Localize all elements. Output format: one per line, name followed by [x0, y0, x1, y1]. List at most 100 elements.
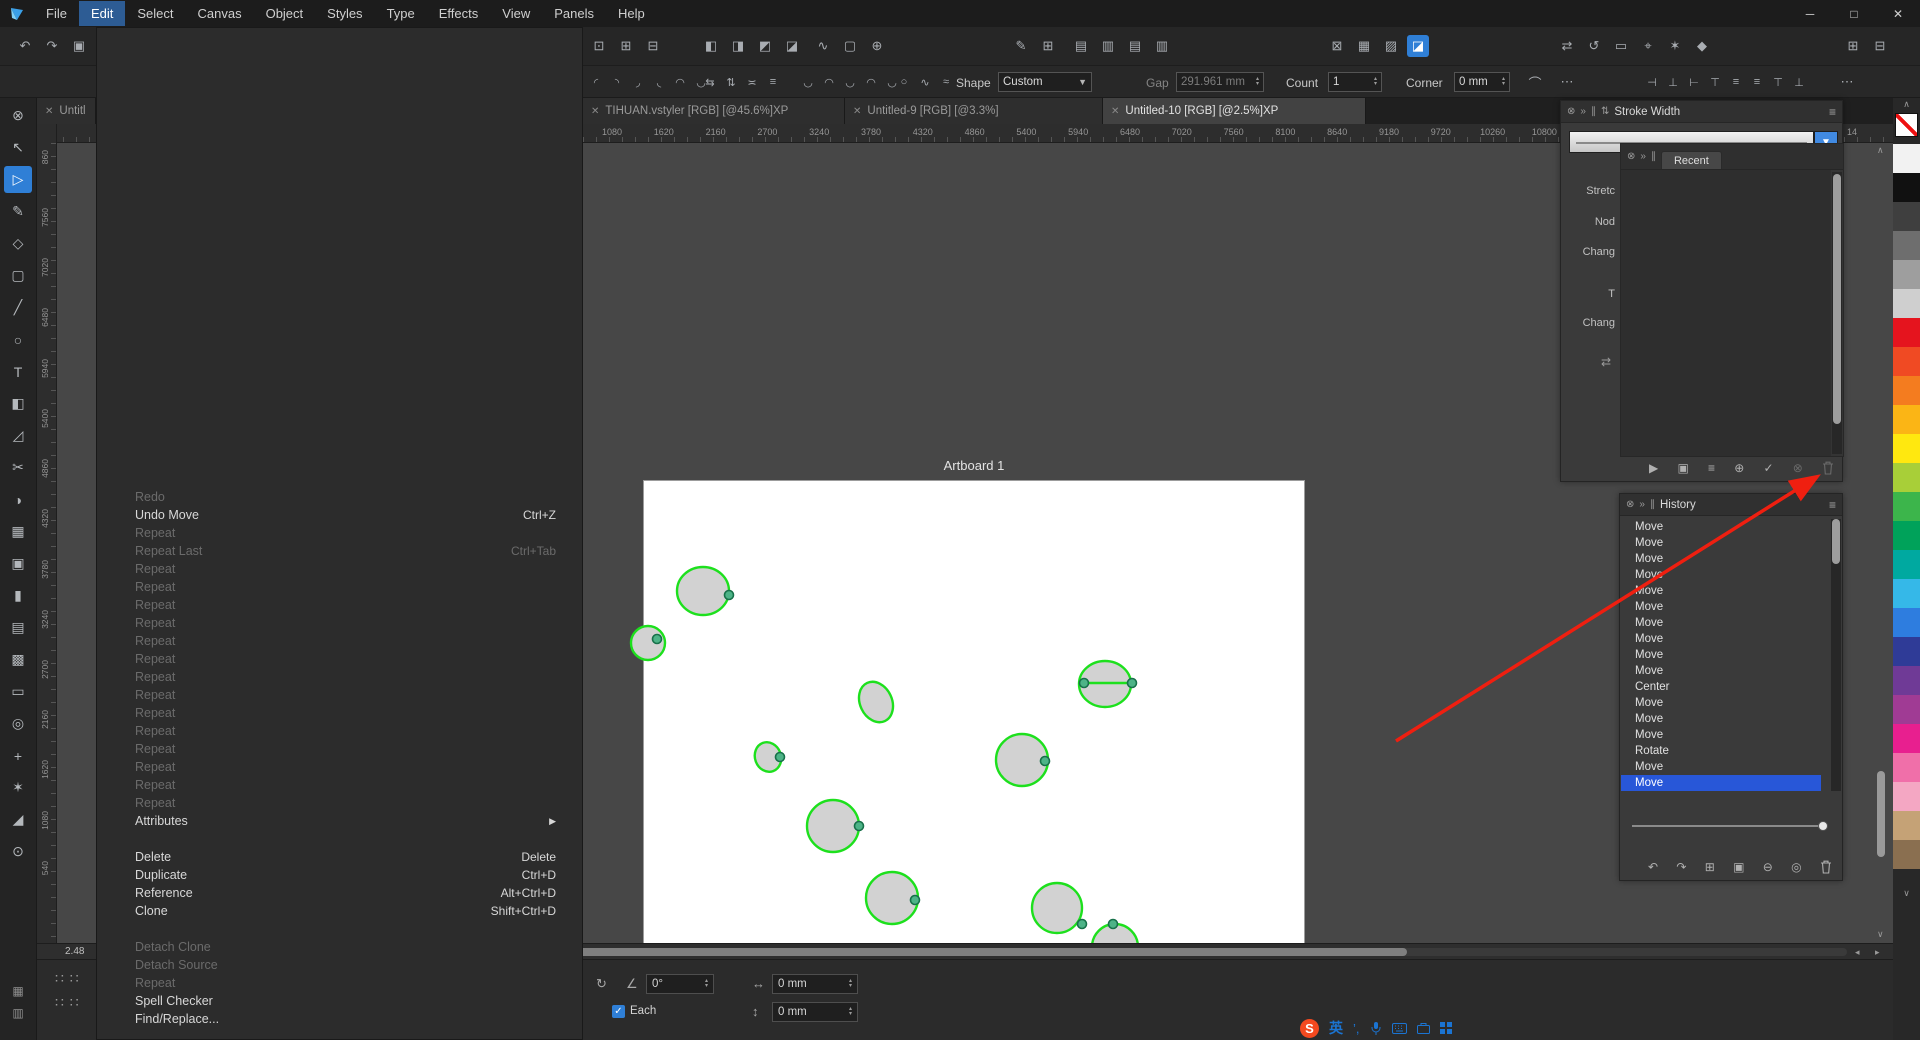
history-entry[interactable]: Move	[1621, 615, 1821, 631]
select-same-stroke-icon[interactable]: ◨	[727, 35, 749, 57]
menu-item-reference[interactable]: ReferenceAlt+Ctrl+D	[97, 884, 582, 902]
align-bottom-icon[interactable]: ⊥	[1665, 71, 1681, 93]
panel-close-icon[interactable]: ⊗	[1627, 151, 1635, 162]
paste-inside-icon[interactable]: ⊟	[642, 35, 664, 57]
wave-shape-icon[interactable]: ≈	[938, 71, 954, 93]
color-swatch[interactable]	[1893, 289, 1920, 318]
color-swatch[interactable]	[1893, 579, 1920, 608]
selection-tool[interactable]: ↖	[4, 134, 32, 161]
redo-icon[interactable]: ↷	[41, 35, 63, 57]
corner-input[interactable]: 0 mm▴▾	[1454, 72, 1510, 92]
offset-y-stepper[interactable]: ▴▾	[849, 1007, 852, 1017]
anchor-node[interactable]	[1109, 920, 1118, 929]
vertical-scroll-thumb[interactable]	[1877, 771, 1885, 857]
history-undo-icon[interactable]: ↶	[1648, 860, 1658, 874]
rotate-object-icon[interactable]: ↺	[1583, 35, 1605, 57]
swatches-collapse-icon[interactable]: ∧	[1893, 99, 1920, 110]
preset-options-icon[interactable]: ≡	[1708, 461, 1715, 475]
gradient-tool[interactable]: ◧	[4, 390, 32, 417]
menu-item-find-replace[interactable]: Find/Replace...	[97, 1010, 582, 1028]
arrange-rows-icon[interactable]: ▤	[1070, 35, 1092, 57]
history-entry[interactable]: Move	[1621, 727, 1821, 743]
color-swatch[interactable]	[1893, 376, 1920, 405]
flip-horizontal-icon[interactable]: ⇄	[1556, 35, 1578, 57]
history-entry[interactable]: Move	[1621, 631, 1821, 647]
zoom-tool[interactable]: ⊙	[4, 838, 32, 865]
pixel-preview-icon[interactable]: ▦	[1353, 35, 1375, 57]
offset-x-input[interactable]: 0 mm ▴▾	[772, 974, 858, 994]
fill-tool[interactable]: ◑	[4, 486, 32, 513]
history-entry[interactable]: Center	[1621, 679, 1821, 695]
shape-select[interactable]: Custom▼	[998, 72, 1092, 92]
paste-icon[interactable]: ⊡	[588, 35, 610, 57]
ime-toolbox-icon[interactable]	[1417, 1022, 1430, 1034]
arc-segment-3-icon[interactable]: ◡	[842, 71, 858, 93]
eyedropper-tool[interactable]: ◢	[4, 806, 32, 833]
menubar-item-effects[interactable]: Effects	[427, 1, 491, 26]
align-center-icon[interactable]: ≡	[1728, 71, 1744, 93]
transform-tool[interactable]: ◿	[4, 422, 32, 449]
history-entry[interactable]: Move	[1621, 695, 1821, 711]
clipboard-icon[interactable]: ▣	[68, 35, 90, 57]
color-swatch[interactable]	[1893, 811, 1920, 840]
anchor-node[interactable]	[776, 753, 785, 762]
rotate-ccw-icon[interactable]: ↻	[596, 976, 607, 992]
target-point-icon[interactable]: ⌖	[1637, 35, 1659, 57]
menubar-item-object[interactable]: Object	[254, 1, 316, 26]
panel-handle-icon[interactable]: ∥	[1591, 106, 1596, 117]
anchor-node[interactable]	[1128, 679, 1137, 688]
menu-item-duplicate[interactable]: DuplicateCtrl+D	[97, 866, 582, 884]
color-swatch[interactable]	[1893, 405, 1920, 434]
stretch-horizontal-icon[interactable]: ⇆	[702, 71, 718, 93]
paste-style-icon[interactable]: ⊞	[615, 35, 637, 57]
shape-builder-tool[interactable]: ◇	[4, 230, 32, 257]
pen-tool[interactable]: ✎	[4, 198, 32, 225]
menubar-item-file[interactable]: File	[34, 1, 79, 26]
delete-history-icon[interactable]	[1820, 860, 1832, 874]
tab-recent[interactable]: Recent	[1661, 151, 1722, 169]
menubar-item-styles[interactable]: Styles	[315, 1, 374, 26]
color-swatch[interactable]	[1893, 840, 1920, 869]
scroll-down-icon[interactable]: ∨	[1877, 929, 1884, 940]
menu-item-redo[interactable]: Redo	[97, 488, 582, 506]
menu-item-clone[interactable]: CloneShift+Ctrl+D	[97, 902, 582, 920]
ime-apps-icon[interactable]	[1440, 1022, 1452, 1034]
panel-collapse-icon[interactable]: »	[1580, 106, 1586, 117]
remove-state-icon[interactable]: ⊖	[1763, 860, 1773, 874]
add-preset-icon[interactable]: ⊕	[1734, 461, 1744, 475]
color-swatch[interactable]	[1893, 318, 1920, 347]
arc-adjust-icon[interactable]: ⌒	[1524, 71, 1546, 93]
distribute-space-icon[interactable]: ≡	[1749, 71, 1765, 93]
symbol-tool[interactable]: +	[4, 742, 32, 769]
text-tool[interactable]: T	[4, 358, 32, 385]
menu-item-spell-checker[interactable]: Spell Checker	[97, 992, 582, 1010]
menubar-item-edit[interactable]: Edit	[79, 1, 125, 26]
each-checkbox[interactable]: ✓	[612, 1005, 625, 1018]
color-swatch[interactable]	[1893, 753, 1920, 782]
color-swatch[interactable]	[1893, 550, 1920, 579]
color-swatch[interactable]	[1893, 434, 1920, 463]
anchor-node[interactable]	[725, 591, 734, 600]
corner-style-5-icon[interactable]: ◠	[672, 71, 688, 93]
menu-item-repeat[interactable]: Repeat	[97, 650, 582, 668]
corner-style-2-icon[interactable]: ◝	[609, 71, 625, 93]
menu-item-detach-source[interactable]: Detach Source	[97, 956, 582, 974]
color-swatch[interactable]	[1893, 347, 1920, 376]
ellipse-tool[interactable]: ○	[4, 326, 32, 353]
anchor-node[interactable]	[1041, 757, 1050, 766]
anchor-node[interactable]	[653, 635, 662, 644]
menu-item-repeat[interactable]: Repeat	[97, 758, 582, 776]
panel-close-icon[interactable]: ⊗	[1567, 106, 1575, 117]
history-slider-knob[interactable]	[1818, 821, 1828, 831]
color-swatch[interactable]	[1893, 144, 1920, 173]
hatch-fill-icon[interactable]: ▨	[1380, 35, 1402, 57]
frame-tool[interactable]: ▭	[4, 678, 32, 705]
source-state-icon[interactable]: ◎	[1791, 860, 1801, 874]
history-entry[interactable]: Move	[1621, 551, 1821, 567]
insert-table-icon[interactable]: ⊞	[1037, 35, 1059, 57]
history-entry[interactable]: Move	[1621, 599, 1821, 615]
minimize-button[interactable]: ─	[1788, 0, 1832, 27]
offset-x-stepper[interactable]: ▴▾	[849, 979, 852, 989]
history-scrollbar[interactable]	[1831, 519, 1841, 791]
transform-options-icon[interactable]: ✶	[1664, 35, 1686, 57]
